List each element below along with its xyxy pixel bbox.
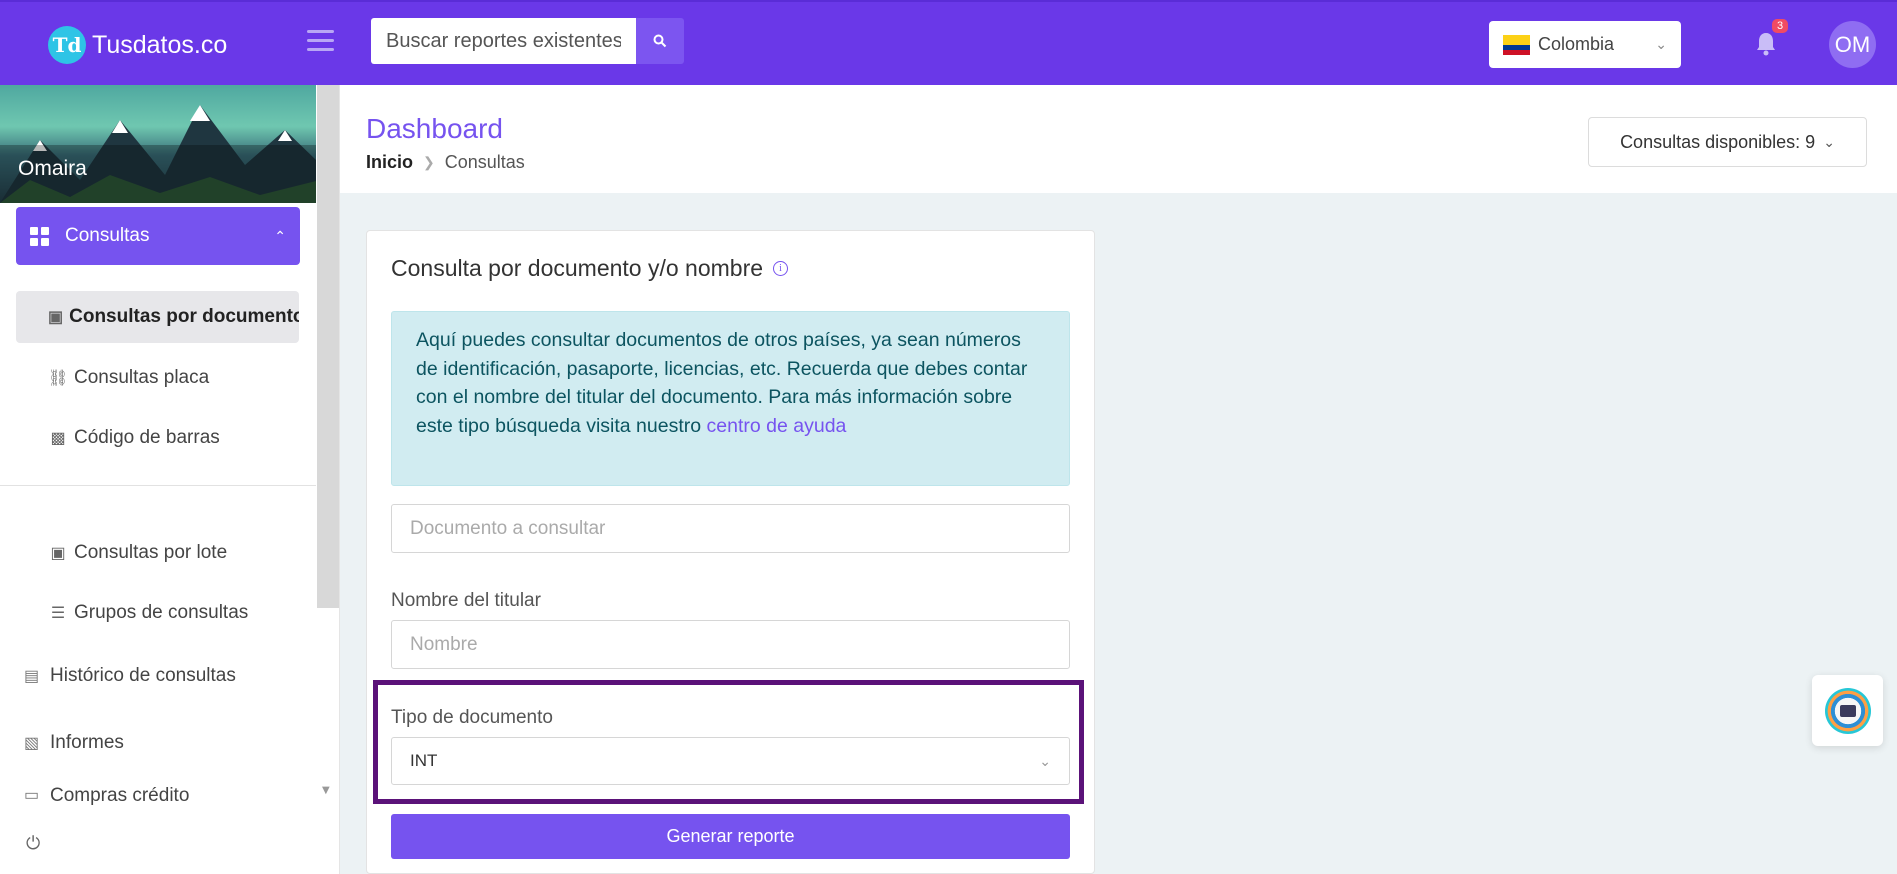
layers-icon: ☰ (50, 605, 66, 622)
sidebar-item-consultas-placa[interactable]: ⛓ Consultas placa (16, 352, 299, 404)
card-icon: ▭ (24, 787, 40, 804)
country-selector[interactable]: Colombia ⌄ (1489, 21, 1681, 68)
grid-icon (30, 226, 49, 246)
sidebar-item-label: Consultas por lote (74, 542, 228, 563)
chevron-right-icon: ❯ (423, 154, 435, 170)
sidebar-item-label: Consultas placa (74, 367, 210, 388)
document-query-card: Consulta por documento y/o nombre i Aquí… (366, 230, 1095, 874)
sidebar-item-label: Compras crédito (50, 785, 190, 806)
sidebar-item-label: Consultas (65, 225, 150, 246)
id-card-icon: ▣ (48, 309, 64, 326)
brand-logo[interactable]: Td Tusdatos.co (48, 26, 227, 64)
generate-report-button[interactable]: Generar reporte (391, 814, 1070, 859)
breadcrumb-home[interactable]: Inicio (366, 152, 413, 173)
sidebar-item-codigo-de-barras[interactable]: ▩ Código de barras (16, 412, 299, 464)
scroll-down-arrow-icon[interactable]: ▼ (322, 785, 330, 796)
chevron-down-icon: ⌄ (1823, 133, 1835, 150)
sidebar-item-informes[interactable]: ▧ Informes (24, 723, 124, 763)
chat-bot-icon (1824, 687, 1871, 734)
document-type-label: Tipo de documento (391, 707, 553, 728)
sidebar-item-label: Consultas por documento (69, 306, 299, 327)
breadcrumb: Inicio ❯ Consultas (366, 152, 525, 173)
barcode-icon: ▩ (50, 430, 66, 447)
colombia-flag-icon (1503, 34, 1530, 55)
chevron-down-icon: ⌄ (1039, 752, 1051, 769)
power-icon[interactable]: ⏻ (26, 833, 40, 854)
user-name: Omaira (18, 157, 87, 180)
file-chart-icon: ▧ (24, 735, 40, 752)
document-type-select[interactable]: INT ⌄ (391, 737, 1070, 785)
user-avatar[interactable]: OM (1829, 21, 1876, 68)
chat-support-button[interactable] (1812, 675, 1883, 746)
sidebar-item-label: Histórico de consultas (50, 665, 236, 686)
info-icon[interactable]: i (773, 261, 789, 276)
sidebar-item-historico[interactable]: ▤ Histórico de consultas (24, 656, 236, 696)
chevron-up-icon: ⌃ (274, 227, 286, 244)
country-label: Colombia (1538, 34, 1615, 54)
top-navbar: Td Tusdatos.co Colombia ⌄ 3 OM (0, 0, 1897, 85)
brand-name: Tusdatos.co (92, 30, 228, 59)
sidebar-scrollbar[interactable] (317, 85, 339, 608)
sidebar: Omaira ▼ Consultas ⌃ ▣ Consultas por doc… (0, 85, 340, 874)
credits-label: Consultas disponibles: 9 (1620, 131, 1816, 152)
credits-dropdown[interactable]: Consultas disponibles: 9 ⌄ (1588, 117, 1867, 167)
search-button[interactable] (636, 18, 684, 64)
sidebar-item-grupos-de-consultas[interactable]: ☰ Grupos de consultas (16, 587, 299, 639)
sidebar-item-label: Informes (50, 732, 124, 753)
sidebar-item-consultas-por-documento[interactable]: ▣ Consultas por documento (16, 291, 299, 343)
page-title: Dashboard (366, 113, 503, 144)
sidebar-item-compras-credito[interactable]: ▭ Compras crédito (24, 785, 189, 807)
holder-name-label: Nombre del titular (391, 590, 541, 611)
id-card-icon: ▣ (50, 545, 66, 562)
document-input[interactable] (391, 504, 1070, 553)
search-icon (653, 34, 667, 48)
search-bar (371, 18, 684, 64)
bell-icon[interactable] (1754, 30, 1778, 58)
logo-mark-icon: Td (48, 26, 86, 64)
sidebar-item-consultas-por-lote[interactable]: ▣ Consultas por lote (16, 527, 299, 579)
sidebar-item-label: Código de barras (74, 427, 220, 448)
sidebar-item-consultas[interactable]: Consultas ⌃ (16, 207, 300, 265)
card-title: Consulta por documento y/o nombre i (391, 255, 789, 282)
sidebar-divider (0, 485, 316, 486)
hamburger-menu-icon[interactable] (307, 30, 334, 52)
profile-banner: Omaira (0, 85, 316, 203)
holder-name-input[interactable] (391, 620, 1070, 669)
sidebar-item-label: Grupos de consultas (74, 602, 249, 623)
info-alert: Aquí puedes consultar documentos de otro… (391, 311, 1070, 486)
page-header: Dashboard Inicio ❯ Consultas Consultas d… (340, 85, 1897, 193)
mountain-banner-image (0, 105, 316, 203)
card-title-text: Consulta por documento y/o nombre (391, 255, 764, 281)
search-input[interactable] (371, 18, 636, 64)
notification-badge: 3 (1772, 19, 1789, 33)
clipboard-icon: ▤ (24, 668, 40, 685)
breadcrumb-current: Consultas (444, 152, 525, 172)
chevron-down-icon: ⌄ (1655, 36, 1667, 52)
car-icon: ⛓ (48, 370, 69, 387)
document-type-value: INT (410, 751, 438, 770)
help-center-link[interactable]: centro de ayuda (707, 415, 847, 437)
